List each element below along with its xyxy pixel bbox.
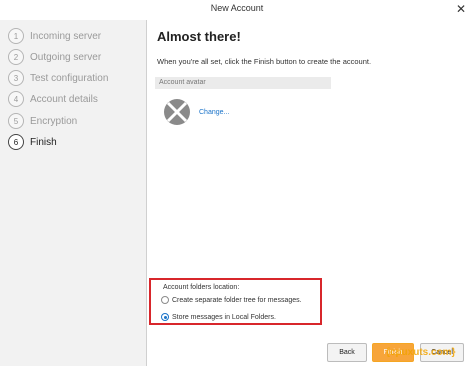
close-icon[interactable]: ✕ bbox=[456, 2, 466, 16]
step-number: 3 bbox=[8, 70, 24, 86]
intro-text: When you're all set, click the Finish bu… bbox=[157, 57, 372, 66]
step-label: Test configuration bbox=[30, 72, 109, 84]
radio-separate-folder-tree[interactable]: Create separate folder tree for messages… bbox=[161, 295, 302, 305]
step-finish: 6 Finish bbox=[8, 133, 57, 151]
folder-location-label: Account folders location: bbox=[163, 284, 240, 291]
step-label: Encryption bbox=[30, 115, 78, 127]
change-avatar-link[interactable]: Change... bbox=[199, 109, 229, 116]
radio-local-folders[interactable]: Store messages in Local Folders. bbox=[161, 312, 276, 322]
page-title: Almost there! bbox=[157, 29, 241, 44]
wizard-steps-sidebar: 1 Incoming server 2 Outgoing server 3 Te… bbox=[0, 20, 146, 366]
step-number: 1 bbox=[8, 28, 24, 44]
window-title: New Account bbox=[210, 3, 264, 13]
step-label: Outgoing server bbox=[30, 51, 102, 63]
avatar-section-label: Account avatar bbox=[159, 79, 206, 86]
step-number: 5 bbox=[8, 113, 24, 129]
step-label: Incoming server bbox=[30, 30, 102, 42]
radio-label: Create separate folder tree for messages… bbox=[172, 296, 302, 304]
avatar-section-header: Account avatar bbox=[155, 77, 331, 89]
avatar-placeholder-icon bbox=[164, 99, 190, 125]
step-number: 6 bbox=[8, 134, 24, 150]
radio-label: Store messages in Local Folders. bbox=[172, 313, 276, 321]
step-label: Finish bbox=[30, 136, 57, 148]
step-test-configuration: 3 Test configuration bbox=[8, 69, 108, 87]
step-label: Account details bbox=[30, 93, 98, 105]
step-number: 4 bbox=[8, 91, 24, 107]
watermark-text: {cpuxuts.com} bbox=[386, 347, 456, 358]
title-bar: New Account ✕ bbox=[0, 0, 474, 20]
sidebar-divider bbox=[146, 20, 147, 366]
step-incoming-server: 1 Incoming server bbox=[8, 27, 101, 45]
step-account-details: 4 Account details bbox=[8, 90, 98, 108]
step-outgoing-server: 2 Outgoing server bbox=[8, 48, 101, 66]
step-encryption: 5 Encryption bbox=[8, 112, 77, 130]
radio-button[interactable] bbox=[161, 313, 169, 321]
back-button[interactable]: Back bbox=[327, 343, 367, 362]
step-number: 2 bbox=[8, 49, 24, 65]
radio-button[interactable] bbox=[161, 296, 169, 304]
